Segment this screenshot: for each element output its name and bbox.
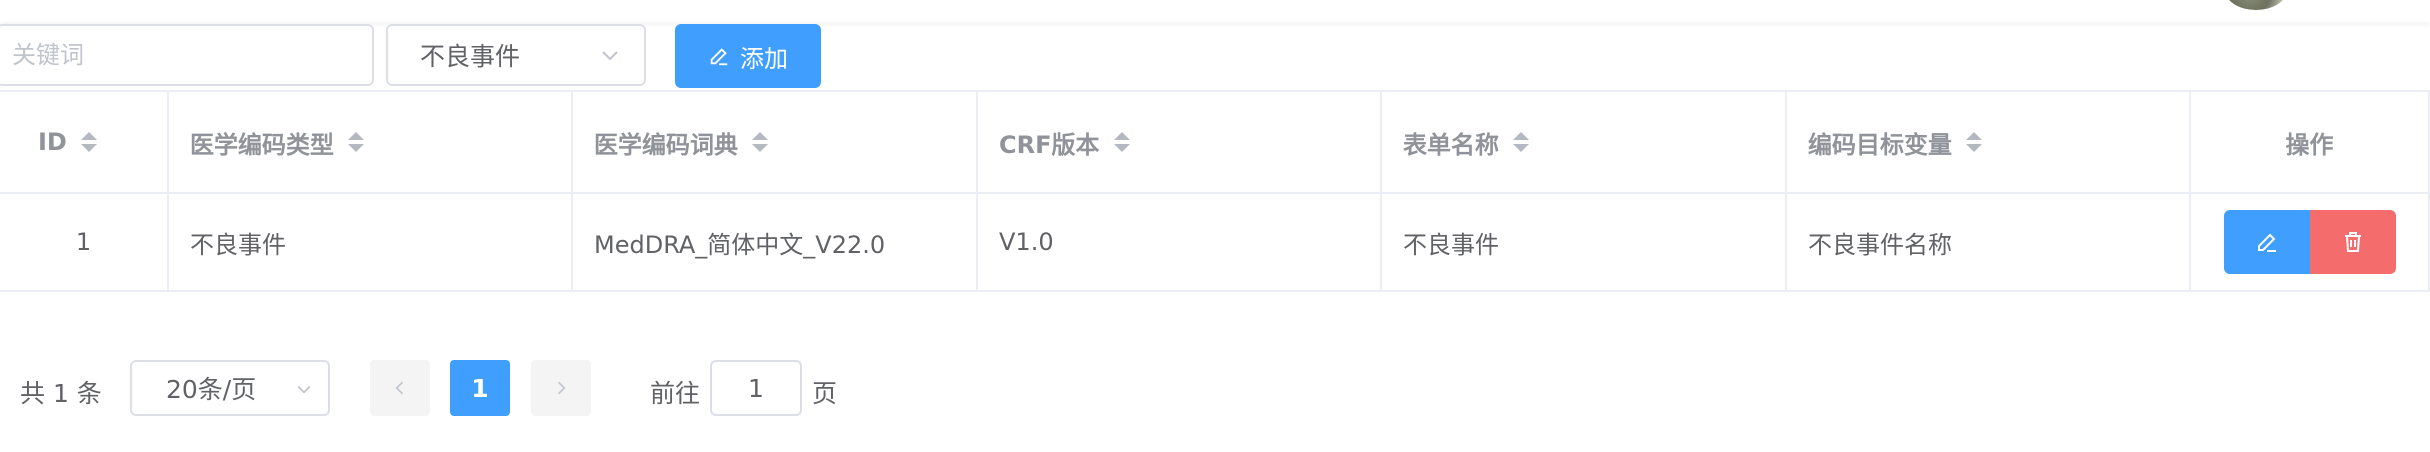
goto-page-input[interactable] xyxy=(710,360,802,416)
cell-target-variable: 不良事件名称 xyxy=(1787,194,2191,290)
chevron-right-icon xyxy=(557,381,566,395)
page-size-select[interactable]: 20条/页 xyxy=(130,360,330,416)
column-header-label: 医学编码类型 xyxy=(190,130,334,159)
edit-icon xyxy=(710,48,728,66)
sort-caret-icon[interactable] xyxy=(348,132,364,152)
column-header-target-variable[interactable]: 编码目标变量 xyxy=(1787,92,2191,192)
table-row: 1 不良事件 MedDRA_简体中文_V22.0 V1.0 不良事件 不良事件名… xyxy=(0,194,2430,290)
column-header-coding-type[interactable]: 医学编码类型 xyxy=(169,92,573,192)
add-button[interactable]: 添加 xyxy=(675,24,821,88)
sort-caret-icon[interactable] xyxy=(80,132,97,152)
goto-label: 前往 xyxy=(650,379,701,408)
top-header xyxy=(0,0,2430,22)
row-action-group xyxy=(2223,210,2396,274)
cell-dictionary: MedDRA_简体中文_V22.0 xyxy=(573,194,978,290)
cell-coding-type: 不良事件 xyxy=(169,194,573,290)
column-header-actions: 操作 xyxy=(2191,92,2430,192)
cell-actions xyxy=(2191,194,2430,290)
keyword-search-input[interactable] xyxy=(0,24,374,86)
coding-table: ID 医学编码类型 医学编码词典 CRF版本 表单名称 编码目标变量 操作 1 … xyxy=(0,90,2430,292)
column-header-label: 编码目标变量 xyxy=(1808,130,1952,159)
pagination: 共 1 条 20条/页 1 前往 页 xyxy=(0,360,900,416)
sort-caret-icon[interactable] xyxy=(1966,132,1982,152)
chevron-down-icon xyxy=(297,385,311,394)
next-page-button[interactable] xyxy=(531,360,591,416)
column-header-label: CRF版本 xyxy=(999,130,1100,159)
column-header-label: 表单名称 xyxy=(1403,130,1499,159)
sort-caret-icon[interactable] xyxy=(1513,132,1529,152)
goto-suffix: 页 xyxy=(812,379,838,408)
coding-type-select-value: 不良事件 xyxy=(420,42,521,71)
column-header-label: 医学编码词典 xyxy=(594,130,738,159)
chevron-down-icon xyxy=(602,51,618,61)
page-number-button[interactable]: 1 xyxy=(450,360,510,416)
cell-form-name: 不良事件 xyxy=(1382,194,1787,290)
column-header-dictionary[interactable]: 医学编码词典 xyxy=(573,92,978,192)
column-header-label: 操作 xyxy=(2285,130,2334,159)
sort-caret-icon[interactable] xyxy=(1113,132,1130,152)
add-button-label: 添加 xyxy=(740,44,788,73)
chevron-left-icon xyxy=(395,381,404,395)
avatar[interactable] xyxy=(2225,0,2287,10)
sort-caret-icon[interactable] xyxy=(752,132,768,152)
column-header-label: ID xyxy=(38,128,67,156)
trash-icon xyxy=(2344,232,2361,252)
pagination-total: 共 1 条 xyxy=(20,379,102,408)
column-header-crf-version[interactable]: CRF版本 xyxy=(978,92,1382,192)
cell-id: 1 xyxy=(0,194,169,290)
coding-type-select[interactable]: 不良事件 xyxy=(386,24,646,86)
column-header-id[interactable]: ID xyxy=(0,92,169,192)
cell-crf-version: V1.0 xyxy=(978,194,1382,290)
table-header-row: ID 医学编码类型 医学编码词典 CRF版本 表单名称 编码目标变量 操作 xyxy=(0,92,2430,194)
delete-row-button[interactable] xyxy=(2309,210,2396,274)
edit-row-button[interactable] xyxy=(2223,210,2310,274)
page-size-value: 20条/页 xyxy=(166,375,257,404)
column-header-form-name[interactable]: 表单名称 xyxy=(1382,92,1787,192)
prev-page-button[interactable] xyxy=(370,360,430,416)
edit-icon xyxy=(2257,233,2276,252)
